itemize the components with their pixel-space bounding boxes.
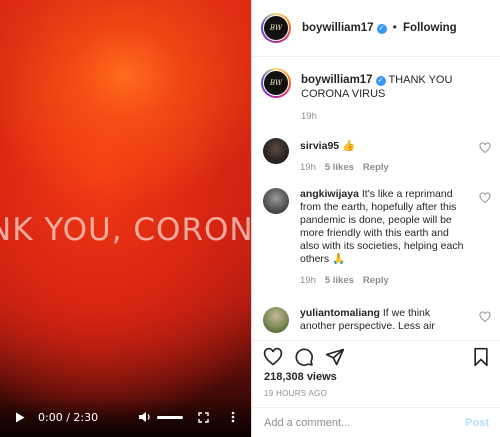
avatar[interactable]: BW — [261, 13, 291, 43]
comment-age: 19h — [300, 162, 316, 173]
verified-badge-icon: ✓ — [376, 24, 387, 34]
heart-icon[interactable] — [479, 311, 491, 323]
video-overlay-text: NK YOU, CORON — [0, 212, 251, 248]
heart-icon[interactable] — [479, 142, 491, 154]
comment-likes[interactable]: 5 likes — [325, 161, 354, 174]
header-username[interactable]: boywilliam17 — [302, 22, 374, 34]
comment-item: angkiwijaya It's like a reprimand from t… — [261, 188, 493, 287]
posted-time: 19 HOURS AGO — [264, 389, 328, 398]
verified-badge-icon: ✓ — [375, 76, 386, 86]
comment-username[interactable]: angkiwijaya — [300, 188, 359, 200]
view-count[interactable]: 218,308 views — [264, 371, 337, 383]
comment-item: yuliantomaliang If we think another pers… — [261, 307, 493, 333]
caption-age: 19h — [301, 111, 317, 122]
post-side-panel: BW boywilliam17 ✓ • Following BW boywilli… — [251, 0, 500, 437]
fullscreen-icon[interactable] — [195, 409, 211, 425]
following-button[interactable]: Following — [403, 22, 457, 34]
comment-age: 19h — [300, 275, 316, 286]
post-actions: 218,308 views 19 HOURS AGO — [252, 340, 500, 406]
video-player[interactable]: NK YOU, CORON 0:00 / 2:30 — [0, 0, 251, 437]
share-icon[interactable] — [324, 346, 346, 368]
comment-item: sirvia95 👍 19h 5 likes Reply — [261, 138, 493, 174]
volume-icon[interactable] — [137, 409, 153, 425]
video-time: 0:00 / 2:30 — [38, 410, 99, 424]
avatar[interactable] — [263, 188, 289, 214]
comments-list[interactable]: BW boywilliam17 ✓ THANK YOU CORONA VIRUS … — [252, 58, 500, 340]
avatar[interactable]: BW — [261, 68, 291, 98]
more-vertical-icon[interactable] — [225, 409, 241, 425]
avatar-logo: BW — [263, 15, 289, 41]
add-comment-bar: Post — [252, 407, 500, 437]
heart-icon[interactable] — [479, 192, 491, 204]
post-header: BW boywilliam17 ✓ • Following — [252, 0, 500, 57]
video-controls: 0:00 / 2:30 — [0, 397, 251, 437]
comment-text: 👍 — [342, 140, 356, 152]
comment-input[interactable] — [264, 416, 466, 429]
avatar[interactable] — [263, 307, 289, 333]
heart-icon[interactable] — [262, 346, 284, 368]
caption-username[interactable]: boywilliam17 — [301, 74, 373, 86]
post-caption: BW boywilliam17 ✓ THANK YOU CORONA VIRUS … — [261, 68, 493, 124]
separator-dot: • — [392, 22, 397, 34]
comment-likes[interactable]: 5 likes — [325, 274, 354, 287]
avatar[interactable] — [263, 138, 289, 164]
reply-button[interactable]: Reply — [363, 274, 389, 287]
bookmark-icon[interactable] — [470, 346, 492, 368]
comment-icon[interactable] — [293, 346, 315, 368]
volume-slider[interactable] — [157, 415, 183, 419]
comment-username[interactable]: sirvia95 — [300, 140, 339, 152]
reply-button[interactable]: Reply — [363, 161, 389, 174]
avatar-logo: BW — [263, 70, 289, 96]
post-button[interactable]: Post — [465, 417, 489, 429]
comment-username[interactable]: yuliantomaliang — [300, 307, 380, 319]
play-icon[interactable] — [12, 409, 28, 425]
